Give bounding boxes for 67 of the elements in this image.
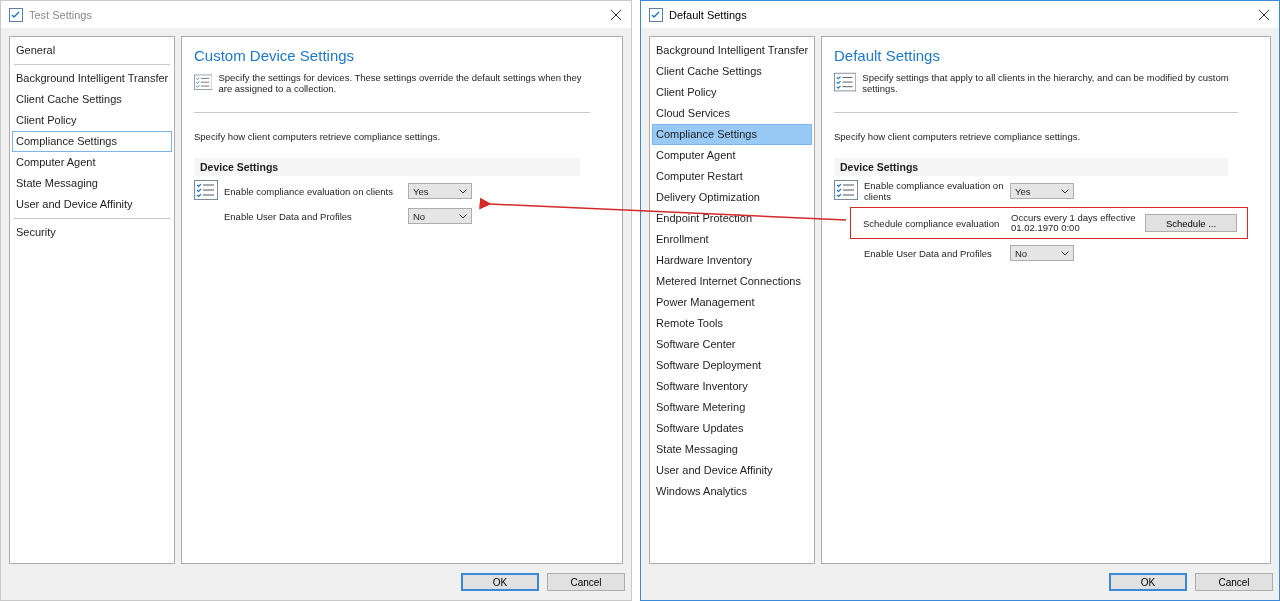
sidebar-item[interactable]: Computer Agent <box>652 145 812 166</box>
description-text: Specify how client computers retrieve compliance settings. <box>834 131 1082 142</box>
checklist-window-icon <box>9 7 23 22</box>
window-title: Default Settings <box>669 8 748 21</box>
sidebar-item[interactable]: Client Policy <box>652 82 812 103</box>
sidebar-item[interactable]: Software Deployment <box>652 355 812 376</box>
sidebar-item[interactable]: Endpoint Protection <box>652 208 812 229</box>
schedule-value: Occurs every 1 days effective 01.02.1970 0:00 <box>1011 213 1137 233</box>
sidebar-item[interactable]: State Messaging <box>12 173 172 194</box>
panel-heading: Custom Device Settings <box>194 47 356 64</box>
sidebar-item[interactable]: Software Center <box>652 334 812 355</box>
intro-text: Specify the settings for devices. These settings override the default settings when they are assigned to a collection. <box>218 72 583 94</box>
chevron-down-icon <box>459 188 467 194</box>
checklist-icon <box>834 180 858 202</box>
sidebar-item[interactable]: Client Cache Settings <box>12 89 172 110</box>
sidebar-item[interactable]: Software Updates <box>652 418 812 439</box>
dropdown[interactable]: No <box>408 208 472 224</box>
checklist-icon <box>194 180 218 202</box>
sidebar-item[interactable]: Background Intelligent Transfer <box>12 68 172 89</box>
setting-label: Enable User Data and Profiles <box>864 247 993 259</box>
dropdown[interactable]: Yes <box>408 183 472 199</box>
window-title: Test Settings <box>29 8 93 21</box>
sidebar-item[interactable]: Delivery Optimization <box>652 187 812 208</box>
sidebar-item[interactable]: Hardware Inventory <box>652 250 812 271</box>
dropdown[interactable]: No <box>1010 245 1074 261</box>
section-header: Device Settings <box>834 158 1228 176</box>
sidebar-item[interactable]: Compliance Settings <box>12 131 172 152</box>
sidebar-item[interactable]: Software Inventory <box>652 376 812 397</box>
sidebar-item[interactable]: Client Policy <box>12 110 172 131</box>
description-text: Specify how client computers retrieve compliance settings. <box>194 131 442 142</box>
setting-label: Schedule compliance evaluation <box>863 217 1001 229</box>
setting-label: Enable User Data and Profiles <box>224 210 353 222</box>
dropdown[interactable]: Yes <box>1010 183 1074 199</box>
schedule-button[interactable]: Schedule ... <box>1145 214 1237 232</box>
sidebar-item[interactable]: Windows Analytics <box>652 481 812 502</box>
setting-label: Enable compliance evaluation on clients <box>864 180 1004 202</box>
chevron-down-icon <box>1061 188 1069 194</box>
checklist-window-icon <box>649 7 663 22</box>
close-button[interactable] <box>1257 7 1271 22</box>
sidebar-item[interactable]: Compliance Settings <box>652 124 812 145</box>
sidebar-item[interactable]: General <box>12 40 172 61</box>
sidebar-item[interactable]: Client Cache Settings <box>652 61 812 82</box>
ok-button[interactable]: OK <box>1109 573 1187 591</box>
chevron-down-icon <box>1061 250 1069 256</box>
cancel-button[interactable]: Cancel <box>1195 573 1273 591</box>
sidebar-item[interactable]: User and Device Affinity <box>12 194 172 215</box>
sidebar-item[interactable]: Background Intelligent Transfer <box>652 40 812 61</box>
sidebar-item[interactable]: Remote Tools <box>652 313 812 334</box>
panel-heading: Default Settings <box>834 47 941 64</box>
sidebar-item[interactable]: Security <box>12 222 172 243</box>
setting-label: Enable compliance evaluation on clients <box>224 185 394 197</box>
chevron-down-icon <box>459 213 467 219</box>
sidebar-item[interactable]: User and Device Affinity <box>652 460 812 481</box>
sidebar-item[interactable]: Computer Agent <box>12 152 172 173</box>
sidebar-item[interactable]: State Messaging <box>652 439 812 460</box>
sidebar-item[interactable]: Cloud Services <box>652 103 812 124</box>
sidebar-item[interactable]: Power Management <box>652 292 812 313</box>
sidebar-item[interactable]: Software Metering <box>652 397 812 418</box>
sidebar-item[interactable]: Enrollment <box>652 229 812 250</box>
sidebar-item[interactable]: Metered Internet Connections <box>652 271 812 292</box>
sidebar-item[interactable]: Computer Restart <box>652 166 812 187</box>
section-header: Device Settings <box>194 158 580 176</box>
intro-text: Specify settings that apply to all clients in the hierarchy, and can be modified by custom settings. <box>862 72 1230 94</box>
ok-button[interactable]: OK <box>461 573 539 591</box>
cancel-button[interactable]: Cancel <box>547 573 625 591</box>
close-button[interactable] <box>609 7 623 22</box>
checklist-icon <box>834 72 857 94</box>
